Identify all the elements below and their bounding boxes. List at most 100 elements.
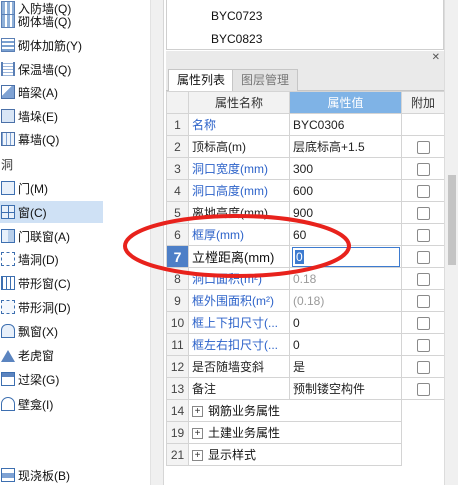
bay-window-icon	[1, 324, 15, 338]
property-value[interactable]: 0.18	[289, 267, 402, 290]
tree-item-label: 墙垛(E)	[18, 109, 58, 124]
table-row[interactable]: 8 洞口面积(m²) 0.18	[166, 267, 445, 290]
panel-splitter[interactable]: ✕	[166, 51, 444, 67]
attach-checkbox[interactable]	[416, 338, 430, 352]
tree-item-bay-window[interactable]: 飘窗(X)	[0, 320, 103, 342]
property-name: 备注	[188, 377, 290, 400]
close-icon[interactable]: ✕	[432, 52, 440, 63]
component-list-item[interactable]: BYC0723	[211, 9, 262, 23]
tree-item-door[interactable]: 门(M)	[0, 177, 103, 199]
table-row[interactable]: 5 离地高度(mm) 900	[166, 201, 445, 224]
property-value[interactable]: 是	[289, 355, 402, 378]
table-row[interactable]: 6 框厚(mm) 60	[166, 223, 445, 246]
row-number: 7	[166, 245, 189, 268]
attach-checkbox[interactable]	[416, 228, 430, 242]
row-number: 5	[166, 201, 189, 224]
row-number: 11	[166, 333, 189, 356]
tree-item-window[interactable]: 窗(C)	[0, 201, 103, 223]
tree-item-label: 砌体加筋(Y)	[18, 38, 82, 53]
table-row[interactable]: 12 是否随墙变斜 是	[166, 355, 445, 378]
attach-checkbox[interactable]	[416, 162, 430, 176]
header-property-name[interactable]: 属性名称	[188, 91, 290, 114]
property-value[interactable]: 0	[289, 311, 402, 334]
dormer-window-icon	[1, 348, 15, 362]
property-grid: 属性名称 属性值 附加 1 名称 BYC0306 2 顶标高(m) 层底标高+1…	[166, 91, 445, 466]
property-value[interactable]: 900	[289, 201, 402, 224]
tab-property-list[interactable]: 属性列表	[168, 69, 235, 92]
attach-checkbox[interactable]	[416, 382, 430, 396]
left-scrollbar[interactable]	[150, 0, 164, 485]
table-row[interactable]: 13 备注 预制镂空构件	[166, 377, 445, 400]
attach-checkbox[interactable]	[416, 294, 430, 308]
row-number: 2	[166, 135, 189, 158]
tree-item-strip-window[interactable]: 带形窗(C)	[0, 272, 103, 294]
tree-item-wall-rebar[interactable]: 砌体加筋(Y)	[0, 34, 103, 56]
property-value[interactable]: (0.18)	[289, 289, 402, 312]
tree-item-label: 飘窗(X)	[18, 324, 58, 339]
table-row[interactable]: 2 顶标高(m) 层底标高+1.5	[166, 135, 445, 158]
window-icon	[1, 205, 15, 219]
attach-checkbox[interactable]	[416, 184, 430, 198]
table-row[interactable]: 9 框外围面积(m²) (0.18)	[166, 289, 445, 312]
attach-checkbox[interactable]	[416, 316, 430, 330]
expand-icon[interactable]: +	[192, 428, 203, 440]
tree-item-cast-slab[interactable]: 现浇板(B)	[0, 464, 103, 485]
table-row[interactable]: 3 洞口宽度(mm) 300	[166, 157, 445, 180]
table-row-editing[interactable]: 7 立樘距离(mm) 0	[166, 245, 445, 268]
right-scrollbar[interactable]	[444, 0, 458, 485]
group-row[interactable]: 14 + 钢筋业务属性	[166, 399, 445, 422]
tree-item-label: 带形窗(C)	[18, 276, 71, 291]
tree-item-label: 幕墙(Q)	[18, 132, 60, 147]
tree-item-curtain-wall[interactable]: 幕墙(Q)	[0, 128, 103, 150]
tab-layer-management[interactable]: 图层管理	[232, 69, 299, 91]
component-list-item[interactable]: BYC0823	[211, 32, 262, 46]
insulation-wall-icon	[1, 62, 15, 76]
group-cell: + 土建业务属性	[188, 421, 402, 444]
group-row[interactable]: 21 + 显示样式	[166, 443, 445, 466]
tree-item-lintel[interactable]: 过梁(G)	[0, 368, 103, 390]
attach-checkbox[interactable]	[416, 360, 430, 374]
property-value[interactable]: 预制镂空构件	[289, 377, 402, 400]
tree-item-niche[interactable]: 壁龛(I)	[0, 393, 103, 415]
selected-text: 0	[295, 249, 304, 264]
attach-checkbox[interactable]	[416, 272, 430, 286]
property-value[interactable]: 层底标高+1.5	[289, 135, 402, 158]
tree-item-dormer-window[interactable]: 老虎窗	[0, 344, 103, 366]
tree-item-door-window[interactable]: 门联窗(A)	[0, 225, 103, 247]
table-row[interactable]: 10 框上下扣尺寸(... 0	[166, 311, 445, 334]
property-value-input[interactable]: 0	[292, 246, 400, 267]
attach-checkbox[interactable]	[416, 206, 430, 220]
component-list: BYC0723 BYC0823	[166, 0, 444, 50]
row-number: 10	[166, 311, 189, 334]
tree-item-masonry-wall[interactable]: 砌体墙(Q)	[0, 10, 103, 32]
category-openings[interactable]: 洞	[1, 156, 13, 173]
tree-item-hidden-beam[interactable]: 暗梁(A)	[0, 81, 103, 103]
scrollbar-thumb[interactable]	[448, 175, 456, 265]
table-row[interactable]: 4 洞口高度(mm) 600	[166, 179, 445, 202]
property-value[interactable]: 300	[289, 157, 402, 180]
tree-item-label: 门联窗(A)	[18, 229, 70, 244]
tree-item-wall-pier[interactable]: 墙垛(E)	[0, 105, 103, 127]
attach-checkbox[interactable]	[416, 140, 430, 154]
header-property-value[interactable]: 属性值	[289, 91, 402, 114]
table-row[interactable]: 11 框左右扣尺寸(... 0	[166, 333, 445, 356]
tree-item-label: 带形洞(D)	[18, 300, 71, 315]
tree-item-strip-hole[interactable]: 带形洞(D)	[0, 296, 103, 318]
header-attach[interactable]: 附加	[401, 91, 445, 114]
panel-gap	[103, 0, 150, 485]
tree-item-insulation-wall[interactable]: 保温墙(Q)	[0, 58, 103, 80]
expand-icon[interactable]: +	[192, 450, 203, 462]
row-number: 4	[166, 179, 189, 202]
attach-checkbox[interactable]	[416, 250, 430, 264]
property-value[interactable]: 0	[289, 333, 402, 356]
tree-item-wall-hole[interactable]: 墙洞(D)	[0, 248, 103, 270]
property-value[interactable]: 600	[289, 179, 402, 202]
property-value[interactable]: BYC0306	[289, 113, 402, 136]
table-row[interactable]: 1 名称 BYC0306	[166, 113, 445, 136]
group-row[interactable]: 19 + 土建业务属性	[166, 421, 445, 444]
row-number: 21	[166, 443, 189, 466]
property-value[interactable]: 60	[289, 223, 402, 246]
expand-icon[interactable]: +	[192, 406, 203, 418]
hidden-beam-icon	[1, 85, 15, 99]
row-number: 14	[166, 399, 189, 422]
